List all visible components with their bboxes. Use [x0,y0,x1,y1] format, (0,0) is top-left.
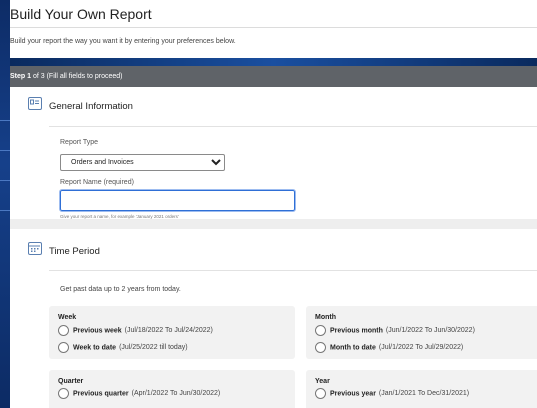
option-range: (Jul/1/2022 To Jul/29/2022) [378,344,464,352]
month-card: Month Previous month (Jun/1/2022 To Jun/3… [306,306,537,359]
report-type-select[interactable]: Orders and Invoices [60,154,225,171]
section-header: General Information [28,87,537,127]
step-current: 1 [27,73,32,80]
option-label: Month to date [330,344,376,352]
calendar-icon [28,242,42,255]
section-header: Time Period [28,229,537,271]
decorative-band [10,58,537,66]
section-title: Time Period [49,246,100,257]
intro-text: Build your report the way you want it by… [10,38,236,45]
card-title: Year [315,378,330,385]
strip-line [0,120,10,121]
option-label: Previous year [330,390,376,398]
option-range: (Jun/1/2022 To Jun/30/2022) [385,327,475,335]
strip-line [0,180,10,181]
option-range: (Jan/1/2021 To Dec/31/2021) [378,390,470,398]
report-name-input[interactable] [59,189,296,212]
option-range: (Apr/1/2022 To Jun/30/2022) [131,390,221,398]
option-label: Week to date [73,344,117,352]
option-previous-quarter[interactable]: Previous quarter (Apr/1/2022 To Jun/30/20… [58,388,220,400]
report-name-label: Report Name (required) [60,179,134,186]
radio-button[interactable] [58,342,69,353]
time-period-section: Time Period Get past data up to 2 years … [10,229,537,408]
title-bar: Build Your Own Report [10,0,537,28]
radio-button[interactable] [58,325,69,336]
option-month-to-date[interactable]: Month to date (Jul/1/2022 To Jul/29/2022) [315,342,463,354]
time-period-note: Get past data up to 2 years from today. [60,286,181,293]
option-range: (Jul/18/2022 To Jul/24/2022) [124,327,213,335]
report-builder-panel: Build Your Own Report Build your report … [10,0,537,408]
card-title: Month [315,314,336,321]
radio-button[interactable] [315,325,326,336]
id-card-icon [28,97,42,110]
radio-button[interactable] [315,388,326,399]
option-label: Previous month [330,327,383,335]
option-previous-year[interactable]: Previous year (Jan/1/2021 To Dec/31/2021) [315,388,469,400]
quarter-card: Quarter Previous quarter (Apr/1/2022 To J… [49,370,295,408]
option-label: Previous week [73,327,122,335]
year-card: Year Previous year (Jan/1/2021 To Dec/31/… [306,370,537,408]
option-label: Previous quarter [73,390,129,398]
option-previous-month[interactable]: Previous month (Jun/1/2022 To Jun/30/2022… [315,325,475,337]
option-range: (Jul/25/2022 till today) [119,344,188,352]
card-title: Week [58,314,77,321]
page-title: Build Your Own Report [10,6,152,22]
radio-button[interactable] [315,342,326,353]
step-label: Step [10,73,26,80]
strip-line [0,150,10,151]
strip-line [0,210,10,211]
general-information-section: General Information Report Type Orders a… [10,87,537,219]
card-title: Quarter [58,378,84,385]
desktop-background-strip [0,0,10,408]
step-rest: of 3 (Fill all fields to proceed) [32,73,123,80]
section-title: General Information [49,101,133,112]
radio-button[interactable] [58,388,69,399]
week-card: Week Previous week (Jul/18/2022 To Jul/24… [49,306,295,359]
step-indicator: Step 1 of 3 (Fill all fields to proceed) [10,66,537,87]
option-previous-week[interactable]: Previous week (Jul/18/2022 To Jul/24/2022… [58,325,213,337]
section-divider [10,219,537,229]
report-type-label: Report Type [60,139,99,146]
report-name-hint: Give your report a name, for example 'Ja… [60,214,179,219]
option-week-to-date[interactable]: Week to date (Jul/25/2022 till today) [58,342,188,354]
